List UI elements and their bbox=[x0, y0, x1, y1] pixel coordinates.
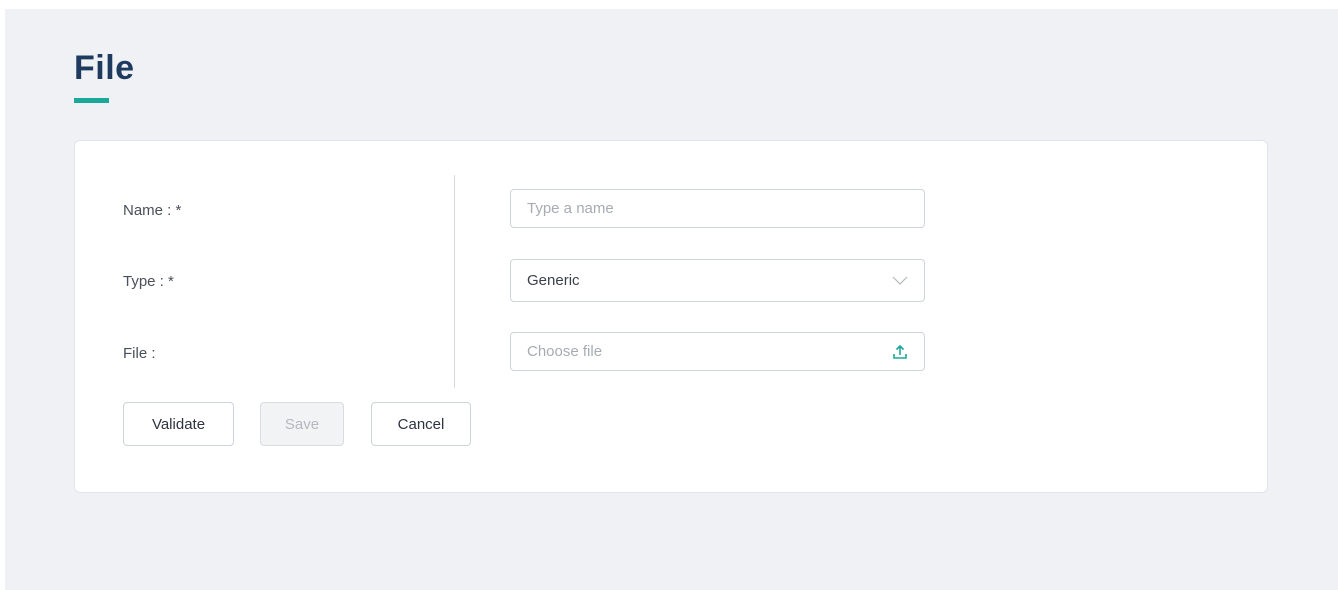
name-label: Name : * bbox=[123, 202, 182, 219]
title-underline bbox=[74, 98, 109, 103]
file-chooser-placeholder: Choose file bbox=[527, 343, 603, 360]
type-select-value: Generic bbox=[527, 272, 580, 289]
chevron-down-icon bbox=[892, 276, 908, 286]
upload-icon[interactable] bbox=[892, 344, 908, 360]
form-divider bbox=[454, 175, 455, 388]
validate-button[interactable]: Validate bbox=[123, 402, 234, 446]
page-title: File bbox=[74, 49, 135, 87]
name-input[interactable] bbox=[510, 189, 925, 228]
page-background: File Name : * Type : * File : Generic Ch… bbox=[5, 9, 1338, 590]
file-form-card: Name : * Type : * File : Generic Choose … bbox=[74, 140, 1268, 493]
save-button[interactable]: Save bbox=[260, 402, 344, 446]
type-select[interactable]: Generic bbox=[510, 259, 925, 302]
file-label: File : bbox=[123, 345, 156, 362]
cancel-button[interactable]: Cancel bbox=[371, 402, 471, 446]
file-chooser[interactable]: Choose file bbox=[510, 332, 925, 371]
type-label: Type : * bbox=[123, 273, 174, 290]
